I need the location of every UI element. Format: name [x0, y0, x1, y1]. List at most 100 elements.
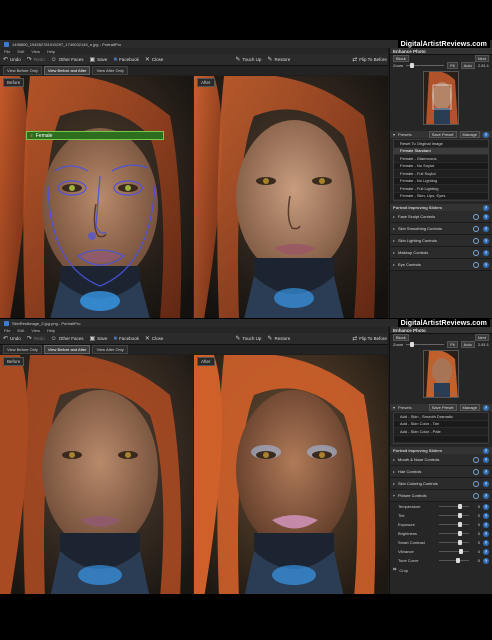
manage-presets-button[interactable]: Manage — [459, 404, 480, 411]
slider-track[interactable] — [439, 540, 469, 545]
view-after-only-button[interactable]: View After Only — [92, 66, 128, 75]
preset-item[interactable]: Female - Glamorous — [394, 155, 488, 163]
slider-knob[interactable] — [458, 549, 463, 554]
help-icon[interactable]: ? — [483, 557, 489, 564]
menu-help[interactable]: Help — [47, 49, 55, 54]
menu-help[interactable]: Help — [47, 328, 55, 333]
control-group-hair[interactable]: ▸ Hair Controls? — [390, 466, 492, 478]
reset-icon[interactable] — [473, 237, 479, 244]
slider-track[interactable] — [439, 513, 469, 518]
help-icon[interactable]: ? — [483, 204, 489, 211]
help-icon[interactable]: ? — [483, 503, 489, 510]
restore-button[interactable]: ✎ Restore — [267, 336, 290, 342]
help-icon[interactable]: ? — [483, 261, 489, 268]
navigator-thumbnail[interactable] — [423, 71, 459, 125]
view-before-only-button[interactable]: View Before Only — [3, 345, 42, 354]
redo-button[interactable]: ↷ Redo — [27, 57, 45, 63]
menu-edit[interactable]: Edit — [17, 49, 24, 54]
help-icon[interactable]: ? — [483, 521, 489, 528]
preset-item[interactable]: Add - Skin Color - Tan — [394, 421, 488, 428]
auto-button[interactable]: Auto — [460, 62, 475, 69]
gender-bar[interactable]: ♀ Female — [26, 131, 164, 140]
slider-knob[interactable] — [457, 540, 462, 545]
reset-icon[interactable] — [473, 492, 479, 499]
zoom-slider[interactable] — [406, 342, 445, 347]
preset-item[interactable]: Female - No Soylut — [394, 163, 488, 170]
preset-item[interactable]: Reset To Original Image — [394, 140, 488, 148]
before-image-panel[interactable]: Before — [0, 355, 193, 594]
view-before-after-button[interactable]: View Before and After — [43, 66, 91, 75]
view-after-only-button[interactable]: View After Only — [92, 345, 128, 354]
slider-knob[interactable] — [455, 558, 460, 563]
after-image-panel[interactable]: After — [194, 76, 388, 318]
block-button[interactable]: Block — [393, 334, 409, 341]
preset-item[interactable]: Female - Full Lighting — [394, 185, 488, 193]
block-button[interactable]: Block — [393, 55, 409, 62]
view-before-after-button[interactable]: View Before and After — [43, 345, 91, 354]
other-faces-button[interactable]: ☺ Other Faces — [51, 57, 84, 63]
slider-knob[interactable] — [457, 531, 462, 536]
restore-button[interactable]: ✎ Restore — [267, 57, 290, 63]
fit-button[interactable]: Fit — [447, 341, 458, 348]
reset-icon[interactable] — [473, 249, 479, 256]
help-icon[interactable]: ? — [483, 404, 489, 411]
control-group-skin-coloring[interactable]: ▸ Skin Coloring Controls? — [390, 478, 492, 490]
help-icon[interactable]: ? — [483, 237, 489, 244]
help-icon[interactable]: ? — [483, 548, 489, 555]
flip-button[interactable]: ⇄ Flip To Before — [352, 336, 387, 342]
reset-icon[interactable] — [473, 225, 479, 232]
save-button[interactable]: ▣ Save — [90, 336, 108, 342]
control-group-eye[interactable]: ▸ Eye Controls? — [390, 259, 492, 271]
menu-view[interactable]: View — [31, 49, 40, 54]
undo-button[interactable]: ↶ Undo — [3, 57, 21, 63]
fit-button[interactable]: Fit — [447, 62, 458, 69]
preset-item[interactable]: Female Standard — [394, 147, 488, 155]
crop-row[interactable]: ⌗ Crop — [390, 567, 492, 574]
help-icon[interactable]: ? — [483, 249, 489, 256]
help-icon[interactable]: ? — [483, 480, 489, 487]
facebook-button[interactable]: ■ Facebook — [113, 336, 138, 342]
preset-item[interactable]: Add - Skin Color - Pale — [394, 428, 488, 436]
other-faces-button[interactable]: ☺ Other Faces — [51, 336, 84, 342]
help-icon[interactable]: ? — [483, 131, 489, 138]
slider-track[interactable] — [439, 558, 469, 563]
help-icon[interactable]: ? — [483, 447, 489, 454]
save-button[interactable]: ▣ Save — [90, 57, 108, 63]
undo-button[interactable]: ↶ Undo — [3, 336, 21, 342]
slider-knob[interactable] — [457, 522, 462, 527]
help-icon[interactable]: ? — [483, 492, 489, 499]
reset-icon[interactable] — [473, 480, 479, 487]
preset-item[interactable]: Female - Skin, Lips, Eyes — [394, 193, 488, 200]
before-image-panel[interactable]: Before — [0, 76, 193, 318]
help-icon[interactable]: ? — [483, 468, 489, 475]
save-preset-button[interactable]: Save Preset — [428, 131, 457, 138]
next-button[interactable]: Next — [474, 55, 489, 62]
control-group-makeup[interactable]: ▸ Makeup Controls? — [390, 247, 492, 259]
navigator-thumbnail[interactable] — [423, 350, 459, 398]
help-icon[interactable]: ? — [483, 225, 489, 232]
preset-item[interactable] — [394, 436, 488, 443]
control-group-face-sculpt[interactable]: ▸ Face Sculpt Controls? — [390, 211, 492, 223]
auto-button[interactable]: Auto — [460, 341, 475, 348]
slider-knob[interactable] — [457, 504, 462, 509]
reset-icon[interactable] — [473, 456, 479, 463]
touch-up-button[interactable]: ✎ Touch Up — [235, 57, 261, 63]
menu-edit[interactable]: Edit — [17, 328, 24, 333]
control-group-picture[interactable]: ▾ Picture Controls? — [390, 490, 492, 502]
reset-icon[interactable] — [473, 468, 479, 475]
help-icon[interactable]: ? — [483, 213, 489, 220]
slider-track[interactable] — [439, 549, 469, 554]
control-group-skin-smoothing[interactable]: ▸ Skin Smoothing Controls? — [390, 223, 492, 235]
preset-item[interactable]: Female - No Lighting — [394, 178, 488, 185]
menu-file[interactable]: File — [4, 328, 10, 333]
zoom-slider[interactable] — [406, 63, 445, 68]
help-icon[interactable]: ? — [483, 530, 489, 537]
help-icon[interactable]: ? — [483, 456, 489, 463]
reset-icon[interactable] — [473, 213, 479, 220]
control-group-skin-lighting[interactable]: ▸ Skin Lighting Controls? — [390, 235, 492, 247]
view-before-only-button[interactable]: View Before Only — [3, 66, 42, 75]
preset-item[interactable]: Add - Skin - Smooth Dramatic — [394, 413, 488, 421]
menu-file[interactable]: File — [4, 49, 10, 54]
close-button[interactable]: ✕ Close — [145, 336, 164, 342]
redo-button[interactable]: ↷ Redo — [27, 336, 45, 342]
